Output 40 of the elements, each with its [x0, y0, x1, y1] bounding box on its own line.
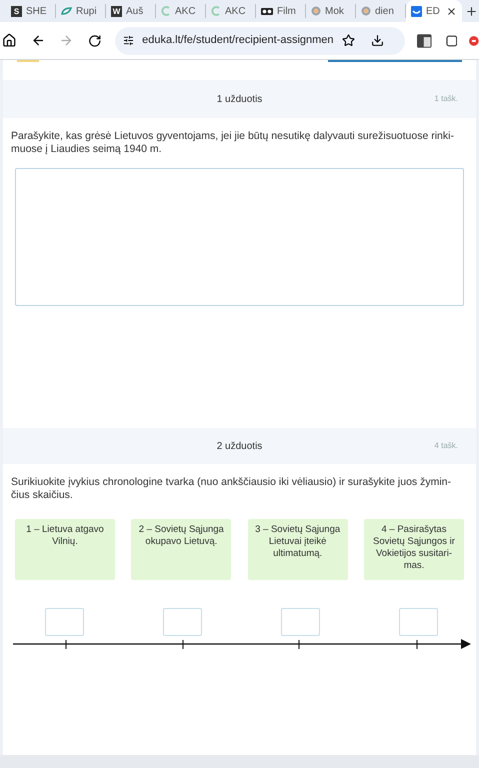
globe-icon: [311, 6, 321, 16]
ring-logo-icon: [211, 6, 221, 16]
event-card[interactable]: 4 – Pasirašytas Sovietų Sąjungos ir Vokietijos susitari-mas.: [364, 519, 464, 580]
browser-tab[interactable]: AKC: [156, 4, 206, 18]
download-icon[interactable]: [370, 34, 384, 47]
browser-tab[interactable]: AKC: [206, 4, 256, 18]
browser-tab[interactable]: Film: [256, 4, 306, 18]
points-label: 4 tašk.: [434, 440, 458, 452]
address-bar[interactable]: eduka.lt/fe/student/recipient-assignmen: [115, 26, 406, 54]
reload-icon[interactable]: [88, 34, 102, 48]
browser-tab[interactable]: Mok: [306, 4, 356, 18]
event-card[interactable]: 3 – Sovietų Sąjunga Lietuvai įteikė ultimatumą.: [248, 519, 348, 580]
answer-field[interactable]: [15, 168, 464, 306]
browser-tab[interactable]: Rupi: [56, 4, 106, 18]
globe-icon: [361, 6, 371, 16]
event-card[interactable]: 1 – Lietuva atgavo Vilnių.: [15, 519, 115, 580]
site-logo-icon: [411, 6, 422, 16]
glasses-icon: [261, 8, 273, 14]
translate-icon[interactable]: [417, 34, 432, 48]
event-card[interactable]: 2 – Sovietų Sąjunga okupavo Lietuvą.: [131, 519, 232, 580]
task-title: 2 užduotis: [216, 440, 262, 454]
points-label: 1 tašk.: [434, 93, 458, 105]
task-title: 1 užduotis: [216, 92, 262, 106]
url-text: eduka.lt/fe/student/recipient-assignmen: [142, 33, 334, 48]
question-text: Surikiuokite įvykius chronologine tvarka (nuo ankščiausio iki vėliausio) ir surašykite juos žymin-čius skaičius.: [10, 475, 452, 502]
back-icon[interactable]: [30, 33, 46, 48]
browser-tab[interactable]: S SHE: [6, 4, 56, 18]
question-text: Parašykite, kas grėsė Lietuvos gyventojams, jei jie būtų nesutikę dalyvauti surežisuotuose rinki-muose į Liaudies seimą 1940 m.: [10, 129, 455, 156]
new-tab-icon[interactable]: [465, 4, 478, 18]
site-settings-icon[interactable]: [123, 35, 134, 46]
extension-icon[interactable]: [446, 34, 458, 46]
site-logo-icon: W: [111, 6, 122, 16]
ring-logo-icon: [161, 6, 171, 16]
site-logo-icon: S: [11, 6, 22, 16]
browser-tab[interactable]: W Auš: [106, 4, 156, 18]
close-icon[interactable]: [446, 6, 457, 16]
browser-tab[interactable]: ED: [406, 0, 462, 22]
leaf-icon: [61, 7, 72, 15]
home-icon[interactable]: [2, 33, 17, 48]
star-icon[interactable]: [342, 34, 355, 47]
